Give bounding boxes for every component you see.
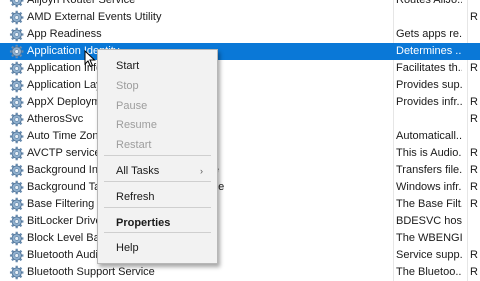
service-status: R	[470, 62, 478, 74]
service-status: R	[470, 11, 478, 23]
menu-item-label: Pause	[116, 100, 148, 112]
menu-item-help[interactable]: Help	[98, 239, 217, 257]
gear-icon	[9, 146, 24, 161]
service-status: R	[470, 147, 478, 159]
service-description: Provides sup...	[396, 79, 462, 91]
service-row[interactable]: Bluetooth Audio Gateway ServiceService s…	[0, 247, 480, 264]
service-row[interactable]: BitLocker Drive Encryption ServiceBDESVC…	[0, 213, 480, 230]
mouse-pointer-icon	[84, 50, 96, 68]
gear-icon	[9, 10, 24, 25]
service-description: Determines ...	[396, 45, 462, 57]
service-status: R	[470, 266, 478, 278]
service-row[interactable]: AtherosSvc R	[0, 111, 480, 128]
menu-item-restart[interactable]: Restart	[98, 136, 217, 154]
service-row[interactable]: Background Tasks Infrastructure ServiceW…	[0, 179, 480, 196]
gear-icon	[9, 265, 24, 280]
service-description: Transfers file...	[396, 164, 462, 176]
service-row[interactable]: AVCTP service This is Audio... R	[0, 145, 480, 162]
service-row[interactable]: App Readiness Gets apps re...	[0, 26, 480, 43]
gear-icon	[9, 197, 24, 212]
service-status: R	[470, 96, 478, 108]
menu-item-label: Restart	[116, 139, 152, 151]
menu-item-properties[interactable]: Properties	[98, 214, 217, 232]
service-name: AMD External Events Utility	[27, 11, 162, 23]
menu-item-label: Help	[116, 242, 139, 254]
service-description: Facilitates th...	[396, 62, 462, 74]
gear-icon	[9, 0, 24, 8]
gear-icon	[9, 231, 24, 246]
service-name: Bluetooth Support Service	[27, 266, 155, 278]
service-description: Provides infr...	[396, 96, 462, 108]
service-row[interactable]: AMD External Events Utility R	[0, 9, 480, 26]
service-status: R	[470, 198, 478, 210]
service-row[interactable]: Background Intelligent Transfer ServiceT…	[0, 162, 480, 179]
menu-separator	[104, 181, 211, 182]
gear-icon	[9, 129, 24, 144]
service-description: The WBENGI...	[396, 232, 462, 244]
service-description: The Bluetoo...	[396, 266, 462, 278]
gear-icon	[9, 112, 24, 127]
service-row[interactable]: Application Identity Determines ...	[0, 43, 480, 60]
gear-icon	[9, 163, 24, 178]
gear-icon	[9, 44, 24, 59]
service-description: The Base Filt...	[396, 198, 462, 210]
menu-separator	[104, 232, 211, 233]
menu-item-label: All Tasks	[116, 165, 160, 177]
menu-item-start[interactable]: Start	[98, 57, 217, 75]
menu-separator	[104, 155, 211, 156]
menu-item-resume[interactable]: Resume	[98, 116, 217, 134]
gear-icon	[9, 180, 24, 195]
gear-icon	[9, 214, 24, 229]
service-description: Gets apps re...	[396, 28, 462, 40]
context-menu: Start Stop Pause Resume Restart All Tasks › Ref…	[97, 49, 218, 264]
service-description: Windows infr...	[396, 181, 462, 193]
menu-item-label: Start	[116, 60, 140, 72]
gear-icon	[9, 248, 24, 263]
service-row[interactable]: Base Filtering EngineThe Base Filt...R	[0, 196, 480, 213]
service-description: Service supp...	[396, 249, 462, 261]
service-description: Routes AllJo...	[396, 0, 462, 6]
gear-icon	[9, 95, 24, 110]
service-row[interactable]: AppX Deployment Service Provides infr... R	[0, 94, 480, 111]
service-description: This is Audio...	[396, 147, 462, 159]
menu-item-label: Resume	[116, 119, 157, 131]
menu-separator	[104, 207, 211, 208]
gear-icon	[9, 27, 24, 42]
service-row[interactable]: Bluetooth Support Service The Bluetoo... R	[0, 264, 480, 281]
service-name: App Readiness	[27, 28, 102, 40]
services-list: Alljoyn Router Service Routes AllJo... AMD…	[0, 0, 480, 281]
service-row[interactable]: Application Layer Gateway ServiceProvide…	[0, 77, 480, 94]
service-row[interactable]: Alljoyn Router Service Routes AllJo...	[0, 0, 480, 9]
menu-item-label: Stop	[116, 80, 139, 92]
menu-item-refresh[interactable]: Refresh	[98, 188, 217, 206]
submenu-arrow-icon: ›	[200, 166, 203, 176]
service-description: Automaticall...	[396, 130, 462, 142]
gear-icon	[9, 78, 24, 93]
service-status: R	[470, 181, 478, 193]
menu-item-pause[interactable]: Pause	[98, 97, 217, 115]
gear-icon	[9, 61, 24, 76]
menu-item-all-tasks[interactable]: All Tasks ›	[98, 162, 217, 180]
service-row[interactable]: Auto Time Zone Updater Automaticall...	[0, 128, 480, 145]
service-status: R	[470, 113, 478, 125]
menu-item-stop[interactable]: Stop	[98, 77, 217, 95]
service-status: R	[470, 164, 478, 176]
service-row[interactable]: Block Level Backup Engine ServiceThe WBE…	[0, 230, 480, 247]
menu-item-label: Properties	[116, 217, 171, 229]
service-row[interactable]: Application Information Facilitates th...…	[0, 60, 480, 77]
service-description: BDESVC hos...	[396, 215, 462, 227]
service-status: R	[470, 249, 478, 261]
service-name: Alljoyn Router Service	[27, 0, 136, 6]
menu-item-label: Refresh	[116, 191, 155, 203]
